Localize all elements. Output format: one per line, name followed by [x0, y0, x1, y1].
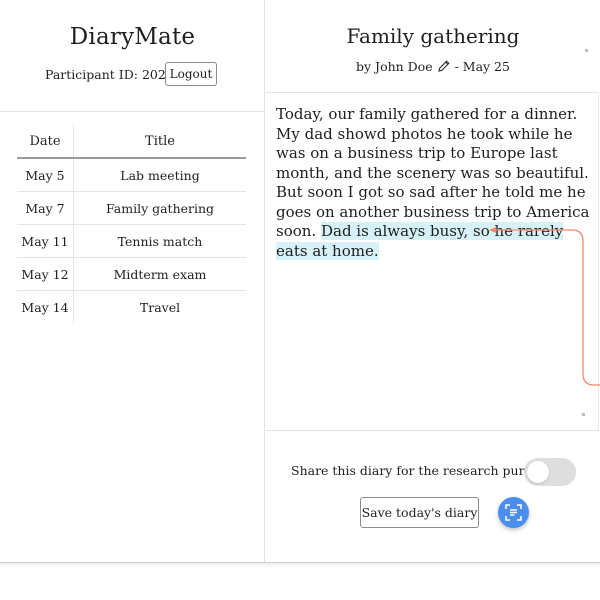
app-title: DiaryMate: [69, 24, 196, 50]
corner-mark: [582, 413, 585, 416]
sidebar-divider: [0, 111, 265, 112]
row-title: Midterm exam: [73, 257, 246, 291]
sidebar: DiaryMate Participant ID: 2023 Logout Da…: [0, 0, 265, 562]
diary-list-table: Date Title May 5 Lab meeting May 7 Famil…: [17, 125, 246, 323]
diary-entry-panel: Family gathering by John Doe - May 25 To…: [266, 0, 600, 562]
scan-text-icon: [505, 504, 522, 521]
table-row[interactable]: May 7 Family gathering: [17, 191, 246, 225]
author-name: by John Doe: [356, 59, 433, 74]
body-plain-text: Today, our family gathered for a dinner.…: [276, 105, 590, 240]
entry-date: - May 25: [454, 59, 510, 74]
row-date: May 14: [17, 290, 74, 323]
row-date: May 11: [17, 224, 74, 258]
share-toggle[interactable]: [524, 458, 576, 486]
row-date: May 5: [17, 158, 74, 192]
corner-mark: [585, 49, 588, 52]
row-title: Family gathering: [73, 191, 246, 225]
logout-button[interactable]: Logout: [165, 62, 217, 86]
row-date: May 7: [17, 191, 74, 225]
table-header-row: Date Title: [17, 125, 246, 159]
column-header-title: Title: [73, 125, 246, 159]
toggle-knob: [527, 461, 549, 483]
entry-title: Family gathering: [346, 24, 520, 48]
row-date: May 12: [17, 257, 74, 291]
participant-id: Participant ID: 2023: [45, 67, 174, 82]
share-label: Share this diary for the research purpos…: [291, 463, 561, 478]
table-row[interactable]: May 5 Lab meeting: [17, 158, 246, 192]
diary-app: DiaryMate Participant ID: 2023 Logout Da…: [0, 0, 600, 563]
row-title: Tennis match: [73, 224, 246, 258]
annotation-arrow: [489, 227, 600, 386]
table-row[interactable]: May 14 Travel: [17, 290, 246, 323]
column-header-date: Date: [17, 125, 74, 159]
save-diary-button[interactable]: Save today's diary: [360, 497, 479, 528]
row-title: Lab meeting: [73, 158, 246, 192]
pencil-icon[interactable]: [437, 59, 451, 73]
table-row[interactable]: May 12 Midterm exam: [17, 257, 246, 291]
row-title: Travel: [139, 299, 181, 315]
assist-button[interactable]: [498, 497, 529, 528]
table-row[interactable]: May 11 Tennis match: [17, 224, 246, 258]
entry-byline: by John Doe - May 25: [266, 59, 600, 74]
